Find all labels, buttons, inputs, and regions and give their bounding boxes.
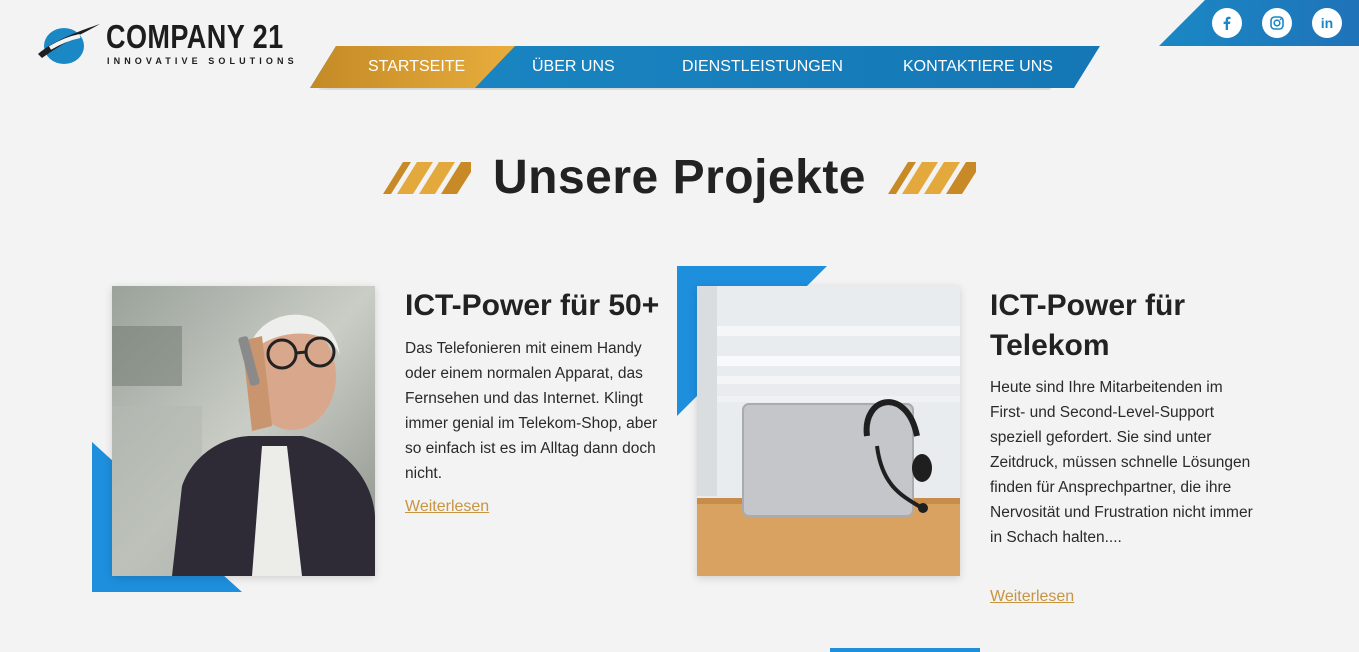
project-2-title-line-2: Telekom	[990, 329, 1110, 362]
social-bar: in	[1159, 0, 1359, 46]
linkedin-icon[interactable]: in	[1312, 8, 1342, 38]
planet-logo-icon	[38, 24, 100, 64]
next-card-decoration	[830, 648, 980, 652]
nav-item-kontaktiere-uns[interactable]: KONTAKTIERE UNS	[903, 46, 1053, 88]
nav-item-ueber-uns[interactable]: ÜBER UNS	[532, 46, 615, 88]
project-1-read-more-link[interactable]: Weiterlesen	[405, 498, 489, 516]
man-phone-photo-icon	[112, 286, 375, 576]
logo-name: COMPANY 21	[106, 18, 284, 55]
nav-item-dienstleistungen[interactable]: DIENSTLEISTUNGEN	[682, 46, 843, 88]
project-2-image[interactable]	[697, 286, 960, 576]
section-header: Unsere Projekte	[0, 150, 1359, 206]
project-2-read-more-link[interactable]: Weiterlesen	[990, 588, 1074, 606]
project-2-text: Heute sind Ihre Mitarbeitenden im First-…	[990, 379, 1253, 546]
project-2-title-line-1: ICT-Power für	[990, 289, 1186, 322]
laptop-headset-photo-icon	[697, 286, 960, 576]
project-1-image[interactable]	[112, 286, 375, 576]
main-nav: STARTSEITE ÜBER UNS DIENSTLEISTUNGEN KON…	[310, 46, 1100, 88]
facebook-icon[interactable]	[1212, 8, 1242, 38]
project-1-text: Das Telefonieren mit einem Handy oder ei…	[405, 340, 658, 482]
stripes-right-icon	[888, 161, 976, 194]
logo-tagline: INNOVATIVE SOLUTIONS	[107, 56, 298, 66]
instagram-icon[interactable]	[1262, 8, 1292, 38]
stripes-left-icon	[382, 161, 471, 194]
project-1-title: ICT-Power für 50+	[405, 289, 660, 322]
company-logo[interactable]: COMPANY 21 INNOVATIVE SOLUTIONS	[34, 16, 294, 72]
section-title: Unsere Projekte	[492, 151, 866, 204]
nav-item-startseite[interactable]: STARTSEITE	[368, 46, 465, 88]
